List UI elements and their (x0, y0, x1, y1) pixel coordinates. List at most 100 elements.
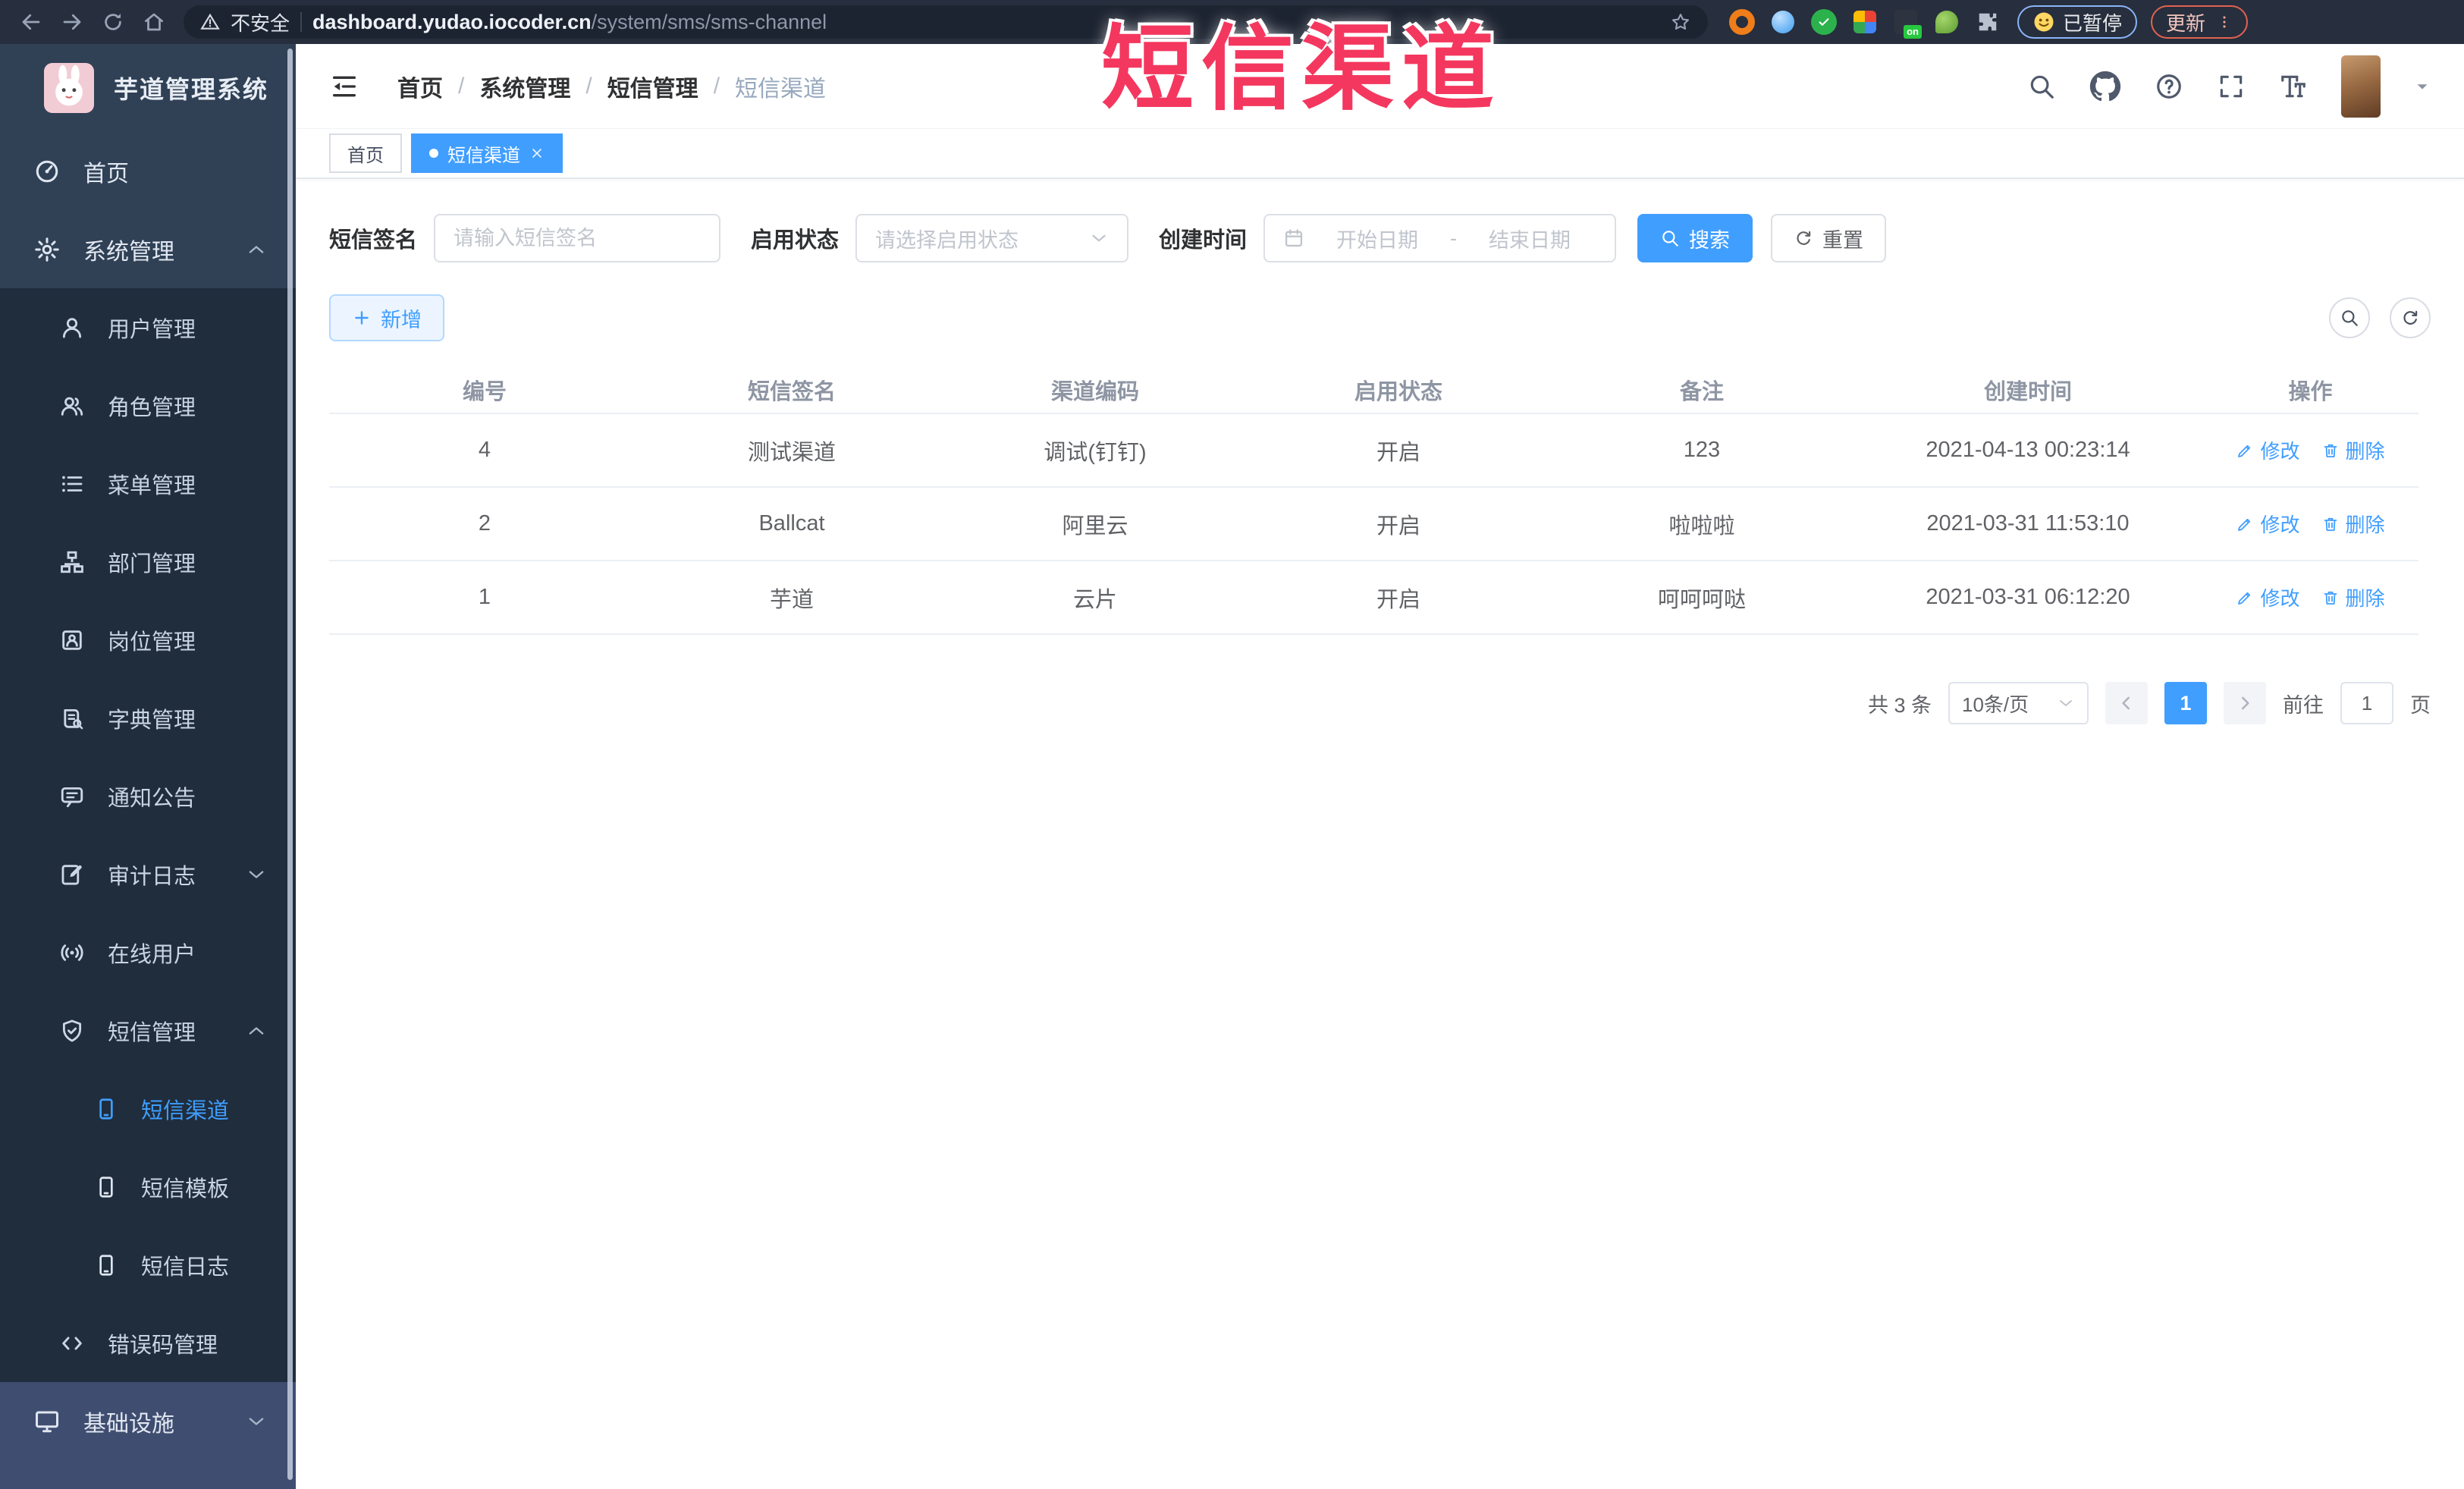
goto-page-input[interactable] (2340, 682, 2393, 724)
create-time-label: 创建时间 (1159, 228, 1248, 253)
bookmark-star-icon[interactable] (1670, 11, 1691, 33)
sidebar-scrollbar[interactable] (287, 49, 293, 1480)
extension-color-grid-icon[interactable] (1852, 9, 1878, 35)
sidebar-item-sms-template[interactable]: 短信模板 (0, 1148, 296, 1226)
prev-page-button[interactable] (2105, 682, 2148, 724)
browser-home-button[interactable] (135, 3, 173, 41)
breadcrumb-system[interactable]: 系统管理 (479, 70, 570, 103)
search-icon[interactable] (2027, 72, 2056, 101)
font-size-icon[interactable] (2279, 72, 2308, 101)
github-icon[interactable] (2089, 71, 2121, 102)
caret-down-icon[interactable] (2414, 78, 2431, 95)
extension-leaf-icon[interactable] (1934, 9, 1960, 35)
create-time-range-picker[interactable]: 开始日期 - 结束日期 (1263, 214, 1617, 262)
add-button[interactable]: 新增 (329, 294, 444, 341)
close-icon[interactable] (529, 146, 545, 161)
delete-button[interactable]: 删除 (2321, 510, 2385, 538)
extensions-puzzle-icon[interactable] (1975, 9, 2001, 35)
next-page-button[interactable] (2224, 682, 2266, 724)
sign-input[interactable] (454, 226, 702, 250)
security-label[interactable]: 不安全 (231, 8, 290, 36)
edit-pen-icon (2236, 441, 2254, 460)
app-logo-row[interactable]: 芋道管理系统 (0, 44, 296, 132)
sidebar-item-label: 用户管理 (108, 317, 196, 342)
sidebar-item-sms-log[interactable]: 短信日志 (0, 1226, 296, 1304)
dictionary-book-icon (59, 705, 85, 731)
sidebar-item-role-management[interactable]: 角色管理 (0, 366, 296, 445)
breadcrumb-home[interactable]: 首页 (397, 70, 443, 103)
sidebar-item-dict-management[interactable]: 字典管理 (0, 679, 296, 757)
tab-home[interactable]: 首页 (329, 134, 402, 173)
list-icon (59, 471, 85, 497)
page-size-value: 10条/页 (1962, 693, 2029, 716)
page-size-select[interactable]: 10条/页 (1948, 682, 2089, 724)
browser-menu-kebab-icon[interactable] (2216, 14, 2233, 30)
sidebar-item-error-code-management[interactable]: 错误码管理 (0, 1304, 296, 1382)
sidebar-item-menu-management[interactable]: 菜单管理 (0, 445, 296, 523)
cell-code: 云片 (1072, 587, 1117, 612)
status-select[interactable]: 请选择启用状态 (855, 214, 1129, 262)
cell-actions: 修改 删除 (2202, 436, 2418, 464)
toggle-search-button[interactable] (2329, 297, 2370, 338)
edit-button[interactable]: 修改 (2236, 583, 2300, 611)
sidebar-item-label: 错误码管理 (108, 1333, 218, 1358)
browser-reload-button[interactable] (94, 3, 132, 41)
annotation-title-overlay: 短信渠道 (1101, 17, 1502, 121)
delete-button[interactable]: 删除 (2321, 583, 2385, 611)
dashboard-icon (33, 158, 61, 185)
user-avatar[interactable] (2341, 55, 2381, 118)
sidebar-item-label: 通知公告 (108, 786, 196, 811)
cell-sign: 测试渠道 (747, 440, 836, 465)
reset-button[interactable]: 重置 (1771, 214, 1887, 262)
extension-green-check-icon[interactable] (1811, 9, 1837, 35)
delete-button[interactable]: 删除 (2321, 436, 2385, 464)
help-icon[interactable] (2155, 72, 2183, 101)
refresh-table-button[interactable] (2390, 297, 2431, 338)
sidebar-item-audit-log[interactable]: 审计日志 (0, 835, 296, 913)
table-toolbar: 新增 (329, 294, 2431, 341)
sidebar-item-label: 字典管理 (108, 708, 196, 733)
fullscreen-icon[interactable] (2217, 72, 2246, 101)
sidebar-item-system-management[interactable]: 系统管理 (0, 210, 296, 288)
sidebar-item-label: 短信渠道 (141, 1098, 230, 1123)
sidebar-item-home[interactable]: 首页 (0, 132, 296, 210)
extension-on-badge-icon[interactable]: on (1893, 9, 1922, 39)
calendar-icon (1283, 228, 1304, 249)
cell-created: 2021-04-13 00:23:14 (1926, 438, 2130, 462)
sidebar-item-post-management[interactable]: 岗位管理 (0, 601, 296, 679)
sidebar-item-user-management[interactable]: 用户管理 (0, 288, 296, 366)
start-date-placeholder: 开始日期 (1336, 228, 1419, 252)
gear-icon (33, 236, 61, 263)
paused-badge-label: 已暂停 (2063, 11, 2123, 35)
tab-sms-channel[interactable]: 短信渠道 (411, 134, 563, 173)
trash-icon (2321, 589, 2340, 607)
extension-blue-drop-icon[interactable] (1770, 9, 1796, 35)
plus-icon (352, 308, 372, 328)
edit-button[interactable]: 修改 (2236, 436, 2300, 464)
breadcrumb-sms[interactable]: 短信管理 (607, 70, 698, 103)
profile-paused-badge[interactable]: 已暂停 (2017, 5, 2138, 39)
sidebar-item-dept-management[interactable]: 部门管理 (0, 523, 296, 601)
sidebar-item-label: 短信管理 (108, 1020, 196, 1045)
page-content: 短信签名 启用状态 请选择启用状态 创建时间 开始日期 - 结束日期 (296, 179, 2464, 1489)
search-button[interactable]: 搜索 (1637, 214, 1753, 262)
current-page-button[interactable]: 1 (2164, 682, 2207, 724)
sidebar-item-online-users[interactable]: 在线用户 (0, 913, 296, 991)
sidebar-item-notice[interactable]: 通知公告 (0, 757, 296, 835)
user-icon (59, 315, 85, 341)
edit-button[interactable]: 修改 (2236, 510, 2300, 538)
browser-update-button[interactable]: 更新 (2151, 5, 2249, 39)
chevron-right-icon (2235, 693, 2255, 713)
sidebar-item-sms-management[interactable]: 短信管理 (0, 991, 296, 1070)
menu-fold-icon[interactable] (329, 71, 359, 102)
sidebar-item-label: 角色管理 (108, 395, 196, 420)
sidebar-item-sms-channel[interactable]: 短信渠道 (0, 1070, 296, 1148)
date-range-separator: - (1450, 226, 1458, 250)
extension-orange-ring-icon[interactable] (1729, 9, 1755, 35)
sidebar-item-infrastructure[interactable]: 基础设施 (0, 1382, 296, 1460)
chevron-down-icon (1089, 228, 1109, 248)
browser-forward-button[interactable] (53, 3, 91, 41)
browser-back-button[interactable] (12, 3, 50, 41)
cell-status: 开启 (1376, 440, 1420, 465)
search-icon (1660, 228, 1680, 248)
